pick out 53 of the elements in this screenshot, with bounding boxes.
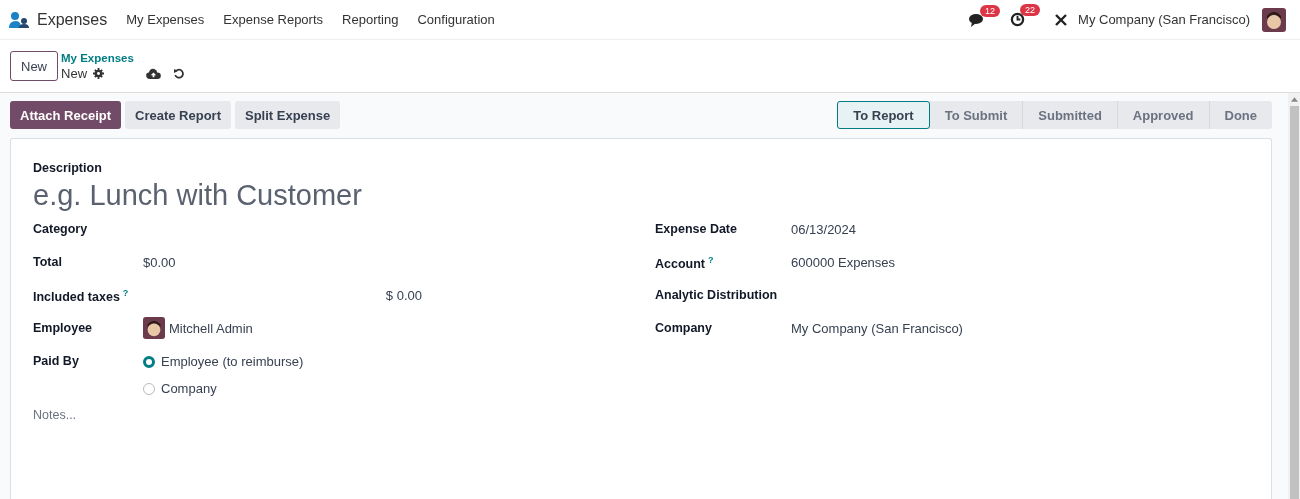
app-logo-icon[interactable] bbox=[9, 11, 29, 28]
field-label: Company bbox=[655, 321, 712, 335]
help-tooltip[interactable]: ? bbox=[122, 288, 129, 298]
record-title: New bbox=[61, 66, 88, 81]
field-label: Employee bbox=[33, 321, 93, 335]
status-stage[interactable]: Submitted bbox=[1023, 101, 1118, 129]
action-button[interactable]: Split Expense bbox=[235, 101, 341, 129]
app-name[interactable]: Expenses bbox=[37, 10, 108, 29]
cloud-upload-icon[interactable] bbox=[146, 68, 162, 79]
chat-icon[interactable] bbox=[969, 12, 985, 27]
scroll-up-icon[interactable] bbox=[1290, 97, 1298, 102]
description-field[interactable]: e.g. Lunch with Customer bbox=[33, 179, 633, 212]
field-value[interactable]: Mitchell Admin bbox=[169, 320, 253, 336]
new-button[interactable]: New bbox=[10, 51, 58, 81]
activity-count-badge: 22 bbox=[1020, 4, 1041, 16]
field-value[interactable]: 06/13/2024 bbox=[791, 222, 857, 237]
field-label: Category bbox=[33, 222, 88, 236]
notes-field[interactable]: Notes... bbox=[33, 408, 194, 422]
scrollbar[interactable] bbox=[1288, 93, 1300, 499]
field-label: Expense Date bbox=[655, 222, 737, 236]
company-switcher[interactable]: My Company (San Francisco) bbox=[1078, 12, 1250, 27]
status-stage[interactable]: Approved bbox=[1117, 101, 1210, 129]
action-button[interactable]: Attach Receipt bbox=[10, 101, 122, 129]
action-button[interactable]: Create Report bbox=[125, 101, 231, 129]
scrollbar-thumb[interactable] bbox=[1289, 106, 1299, 499]
field-value: $ 0.00 bbox=[385, 288, 422, 303]
field-label: Included taxes bbox=[33, 290, 120, 305]
field-label: Account bbox=[655, 257, 705, 272]
field-label: Paid By bbox=[33, 354, 79, 368]
status-stage[interactable]: To Submit bbox=[929, 101, 1024, 129]
field-value[interactable]: $0.00 bbox=[143, 255, 176, 270]
help-tooltip[interactable]: ? bbox=[708, 255, 714, 265]
field-value[interactable]: 600000 Expenses bbox=[791, 255, 896, 270]
menu-item[interactable]: Reporting bbox=[342, 12, 399, 27]
radio-label: Employee (to reimburse) bbox=[161, 354, 304, 369]
settings-icon[interactable] bbox=[93, 68, 105, 79]
discard-icon[interactable] bbox=[173, 67, 186, 80]
employee-avatar bbox=[143, 317, 165, 339]
menu-item[interactable]: Expense Reports bbox=[223, 12, 324, 27]
radio-button[interactable] bbox=[143, 355, 155, 368]
menu-item[interactable]: Configuration bbox=[417, 12, 495, 27]
radio-label: Company bbox=[161, 381, 217, 396]
status-stage[interactable]: To Report bbox=[837, 101, 930, 129]
field-value[interactable]: My Company (San Francisco) bbox=[791, 321, 963, 336]
field-label: Analytic Distribution bbox=[655, 288, 778, 302]
status-stage[interactable]: Done bbox=[1209, 101, 1272, 129]
breadcrumb-link[interactable]: My Expenses bbox=[61, 51, 186, 66]
menu-item[interactable]: My Expenses bbox=[126, 12, 205, 27]
field-label: Total bbox=[33, 255, 62, 269]
message-count-badge: 12 bbox=[980, 4, 1001, 17]
clock-icon[interactable] bbox=[1010, 12, 1026, 27]
user-avatar[interactable] bbox=[1262, 7, 1286, 32]
field-label: Description bbox=[33, 161, 103, 175]
